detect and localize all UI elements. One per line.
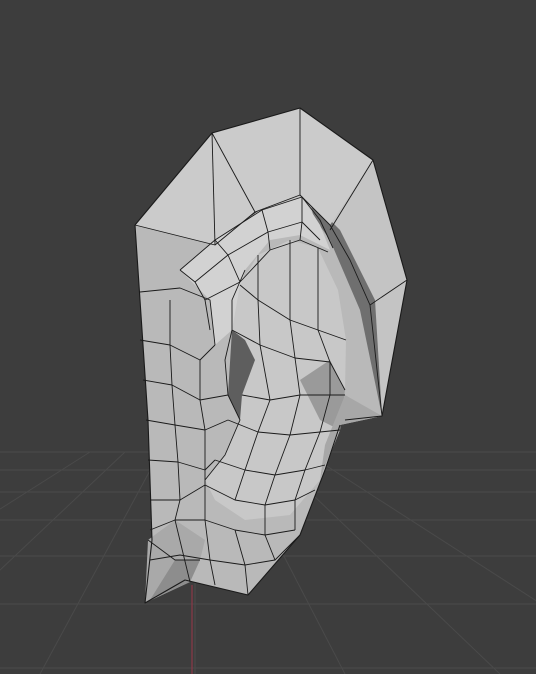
3d-viewport[interactable]	[0, 0, 536, 674]
ear-mesh[interactable]	[134, 107, 408, 604]
viewport-canvas[interactable]	[0, 0, 536, 674]
